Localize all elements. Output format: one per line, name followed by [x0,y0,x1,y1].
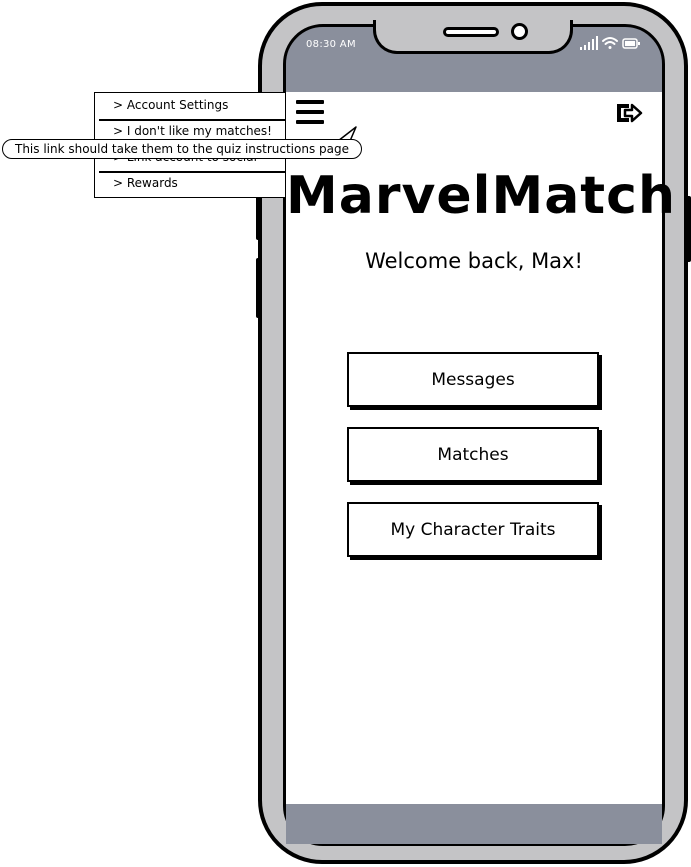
phone-notch [373,20,573,54]
speaker-icon [443,27,499,37]
annotation-callout: This link should take them to the quiz i… [2,139,362,159]
menu-divider [99,119,285,121]
messages-button[interactable]: Messages [347,352,599,407]
menu-item-account-settings[interactable]: > Account Settings [113,98,228,112]
side-button-right [686,196,691,262]
welcome-message: Welcome back, Max! [365,249,583,273]
menu-item-dont-like-matches[interactable]: > I don't like my matches! [113,124,272,138]
matches-button[interactable]: Matches [347,427,599,482]
side-button-left-lower [256,258,261,318]
side-button-left-upper [256,196,261,240]
hamburger-menu-icon[interactable] [296,100,324,124]
menu-divider [99,171,285,173]
camera-icon [511,23,528,40]
logout-icon[interactable] [614,101,644,125]
wifi-icon [602,37,618,49]
signal-icon [580,36,598,50]
home-bar [286,804,662,844]
status-icons [580,36,642,52]
status-time: 08:30 AM [306,39,356,50]
menu-item-rewards[interactable]: > Rewards [113,176,178,190]
battery-icon [622,38,640,49]
character-traits-button[interactable]: My Character Traits [347,502,599,557]
app-title: MarvelMatch [286,166,677,226]
